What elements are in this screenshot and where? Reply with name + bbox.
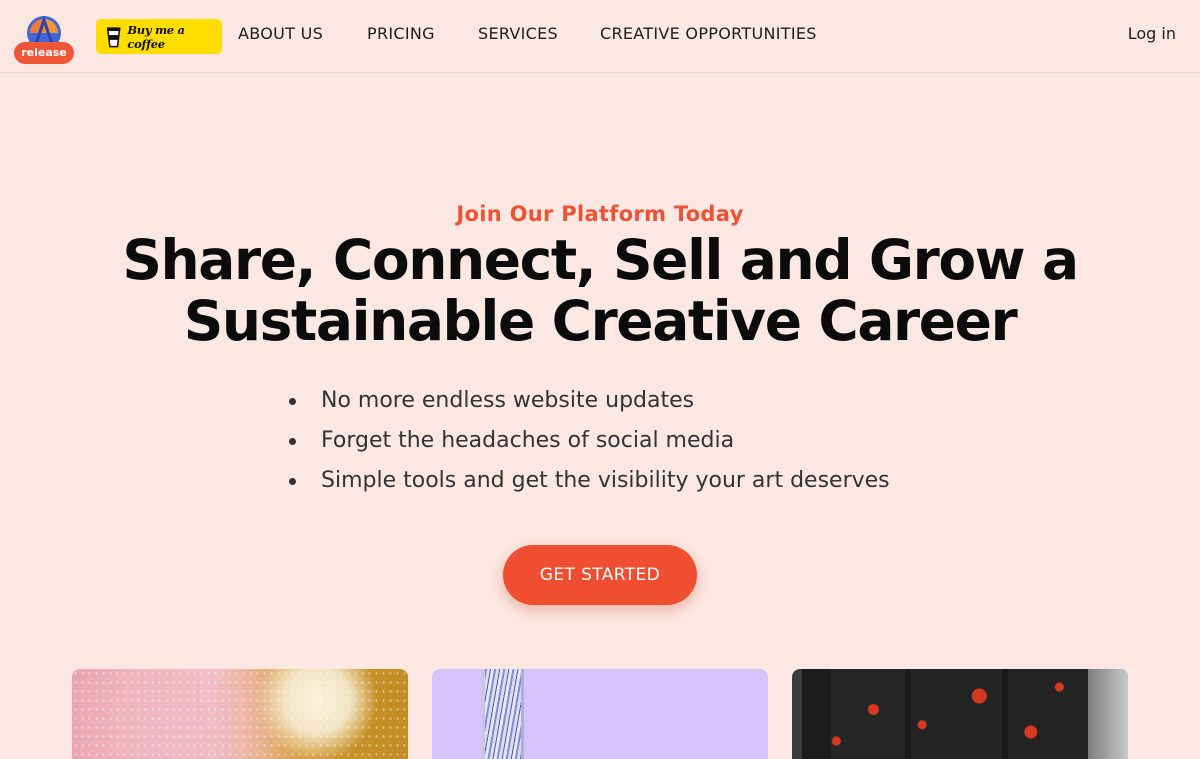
coffee-cup-icon [106, 26, 121, 47]
buy-me-a-coffee-button[interactable]: Buy me a coffee [96, 19, 222, 54]
feature-item: No more endless website updates [286, 382, 890, 422]
login-link[interactable]: Log in [1128, 24, 1176, 43]
feature-list: No more endless website updates Forget t… [286, 382, 890, 502]
nav-about-us[interactable]: ABOUT US [238, 24, 323, 43]
top-navigation-bar: release Buy me a coffee ABOUT US PRICING… [0, 0, 1200, 73]
artwork-frame [1088, 669, 1128, 759]
site-logo[interactable]: release [14, 14, 74, 66]
feature-item: Forget the headaches of social media [286, 422, 890, 462]
hero-title: Share, Connect, Sell and Grow a Sustaina… [122, 228, 1079, 353]
nav-creative-opportunities[interactable]: CREATIVE OPPORTUNITIES [600, 24, 817, 43]
artwork-image [72, 669, 408, 759]
artwork-card-vase[interactable] [432, 669, 768, 759]
artwork-image [802, 669, 1088, 759]
artwork-image [482, 669, 524, 759]
artwork-card-door[interactable] [792, 669, 1128, 759]
release-badge: release [14, 42, 74, 64]
coffee-button-label: Buy me a coffee [127, 22, 185, 51]
nav-pricing[interactable]: PRICING [367, 24, 435, 43]
hero-eyebrow: Join Our Platform Today [456, 202, 744, 226]
feature-item: Simple tools and get the visibility your… [286, 462, 890, 502]
artwork-card-gold[interactable] [72, 669, 408, 759]
get-started-button[interactable]: GET STARTED [503, 545, 697, 605]
nav-services[interactable]: SERVICES [478, 24, 558, 43]
